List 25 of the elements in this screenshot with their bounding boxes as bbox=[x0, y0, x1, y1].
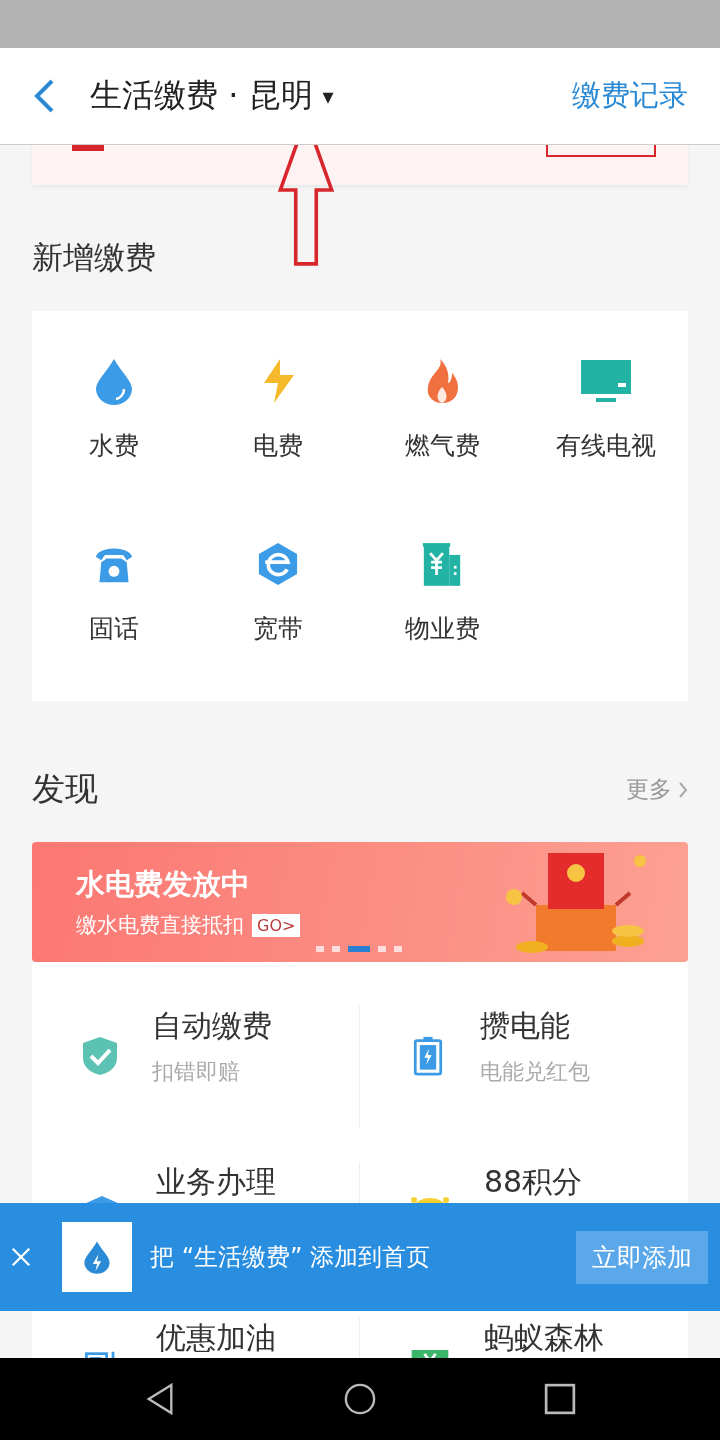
service-title: 蚂蚁森林 bbox=[484, 1319, 604, 1357]
page-title[interactable]: 生活缴费 · 昆明 bbox=[90, 74, 313, 118]
service-subtitle: 电能兑红包 bbox=[480, 1058, 590, 1086]
bill-type-label: 固话 bbox=[89, 613, 139, 645]
banner-subtitle: 缴水电费直接抵扣 bbox=[76, 912, 244, 939]
service-title: 攒电能 bbox=[480, 1007, 571, 1045]
service-subtitle: 扣错即赔 bbox=[152, 1058, 241, 1086]
go-button[interactable]: GO> bbox=[252, 913, 301, 937]
bill-type-label: 物业费 bbox=[404, 613, 480, 645]
section-title: 发现 bbox=[32, 768, 98, 810]
bill-type-label: 燃气费 bbox=[404, 430, 480, 462]
service-title: 88积分 bbox=[484, 1163, 583, 1201]
service-title: 自动缴费 bbox=[152, 1007, 272, 1045]
dropdown-caret[interactable]: ▾ bbox=[322, 83, 334, 109]
bill-type-label: 有线电视 bbox=[556, 430, 656, 462]
promo-banner[interactable]: 水电费发放中 缴水电费直接抵扣 GO> bbox=[32, 842, 688, 962]
add-to-home-text: 把 “生活缴费” 添加到首页 bbox=[150, 1242, 431, 1273]
section-title: 新增缴费 bbox=[32, 238, 157, 277]
service-title: 业务办理 bbox=[156, 1163, 276, 1201]
banner-title: 水电费发放中 bbox=[76, 866, 251, 903]
payment-history-link[interactable]: 缴费记录 bbox=[572, 76, 688, 116]
bill-type-label: 宽带 bbox=[253, 613, 303, 645]
bill-type-label: 电费 bbox=[253, 430, 303, 462]
service-title: 优惠加油 bbox=[156, 1319, 276, 1357]
bill-type-label: 水费 bbox=[89, 430, 139, 462]
